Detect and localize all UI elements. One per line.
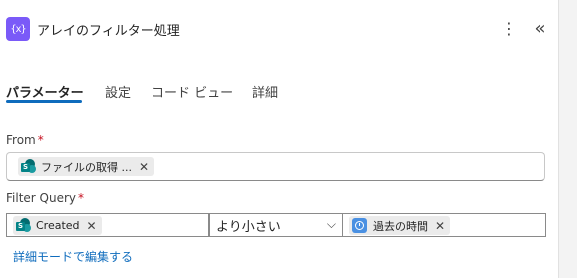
chevron-down-icon: ⌵ bbox=[326, 217, 336, 231]
from-token-label: ファイルの取得 ... bbox=[41, 160, 132, 174]
from-label: From * bbox=[6, 133, 44, 147]
tab-details[interactable]: 詳細 bbox=[252, 82, 278, 101]
active-tab-indicator bbox=[6, 100, 82, 103]
remove-token-icon[interactable]: ✕ bbox=[87, 219, 97, 233]
from-token[interactable]: S ファイルの取得 ... ✕ bbox=[18, 157, 155, 176]
created-token[interactable]: S Created ✕ bbox=[13, 216, 102, 235]
past-time-token[interactable]: 過去の時間 ✕ bbox=[349, 216, 451, 235]
panel-header: {x} アレイのフィルター処理 ⋮ « bbox=[0, 0, 558, 58]
tab-settings[interactable]: 設定 bbox=[105, 82, 131, 101]
required-mark: * bbox=[37, 133, 44, 147]
from-label-text: From bbox=[6, 133, 36, 147]
operator-selected-value: より小さい bbox=[216, 219, 281, 235]
sharepoint-icon: S bbox=[21, 159, 36, 174]
filter-query-row: S Created ✕ より小さい ⌵ 過去の時間 ✕ bbox=[6, 213, 546, 237]
edit-in-advanced-mode-link[interactable]: 詳細モードで編集する bbox=[13, 248, 133, 265]
past-time-token-label: 過去の時間 bbox=[373, 219, 428, 233]
tab-list: パラメーター 設定 コード ビュー 詳細 bbox=[0, 76, 558, 106]
filter-left-operand-input[interactable]: S Created ✕ bbox=[6, 213, 209, 237]
right-scroll-rail bbox=[558, 0, 577, 278]
tab-parameters[interactable]: パラメーター bbox=[6, 82, 84, 101]
collapse-panel-button[interactable]: « bbox=[530, 16, 550, 40]
operator-dropdown[interactable]: より小さい ⌵ bbox=[209, 213, 343, 237]
more-options-button[interactable]: ⋮ bbox=[501, 16, 517, 40]
filter-query-label: Filter Query * bbox=[6, 191, 84, 205]
required-mark: * bbox=[78, 191, 85, 205]
filter-query-label-text: Filter Query bbox=[6, 191, 77, 205]
sharepoint-icon: S bbox=[16, 218, 31, 233]
action-panel: {x} アレイのフィルター処理 ⋮ « パラメーター 設定 コード ビュー 詳細… bbox=[0, 0, 558, 278]
tab-code-view[interactable]: コード ビュー bbox=[151, 82, 233, 101]
created-token-label: Created bbox=[36, 219, 80, 232]
filter-right-operand-input[interactable]: 過去の時間 ✕ bbox=[343, 213, 546, 237]
from-input[interactable]: S ファイルの取得 ... ✕ bbox=[6, 152, 545, 181]
clock-icon bbox=[352, 218, 367, 233]
remove-token-icon[interactable]: ✕ bbox=[139, 160, 149, 174]
panel-title: アレイのフィルター処理 bbox=[37, 24, 180, 39]
action-icon-glyph: {x} bbox=[10, 23, 26, 35]
remove-token-icon[interactable]: ✕ bbox=[435, 219, 445, 233]
filter-array-action-icon: {x} bbox=[6, 17, 30, 41]
